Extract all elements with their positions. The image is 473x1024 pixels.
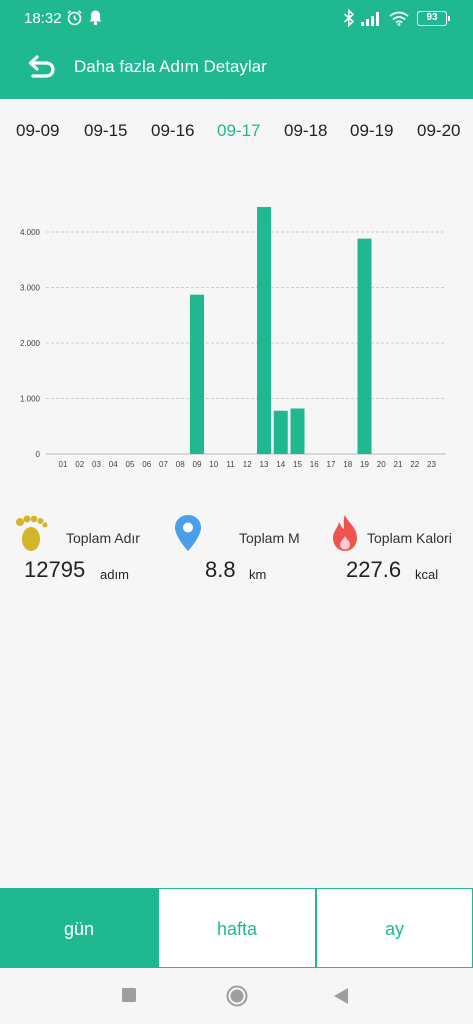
signal-icon (361, 12, 379, 26)
y-tick-label: 1.000 (20, 395, 41, 404)
x-tick-label: 15 (293, 460, 302, 469)
steps-bar-chart: 0 1.000 2.000 3.000 4.000 01 02 03 04 05 06 07 08 09 1… (20, 207, 446, 469)
date-tab[interactable]: 09-18 (284, 121, 327, 141)
notification-bell-icon (89, 10, 102, 26)
total-calories-label: Toplam Kalori (367, 530, 452, 546)
back-arrow-icon[interactable] (22, 50, 58, 86)
wifi-icon (389, 11, 409, 26)
x-tick-label: 09 (193, 460, 202, 469)
date-tab[interactable]: 09-15 (84, 121, 127, 141)
x-tick-label: 12 (243, 460, 252, 469)
battery-icon: 93 (417, 11, 450, 26)
x-tick-label: 05 (126, 460, 135, 469)
tab-week[interactable]: hafta (158, 888, 316, 968)
total-steps-unit: adım (100, 567, 129, 582)
x-tick-label: 14 (276, 460, 285, 469)
y-tick-label: 2.000 (20, 339, 41, 348)
y-tick-label: 3.000 (20, 284, 41, 293)
page-title: Daha fazla Adım Detaylar (74, 57, 267, 76)
status-bar: 18:32 93 (0, 0, 473, 36)
x-tick-label: 18 (343, 460, 352, 469)
chart-bar (257, 207, 271, 454)
x-tick-label: 04 (109, 460, 118, 469)
x-tick-label: 17 (327, 460, 336, 469)
chart-bar (273, 410, 288, 454)
x-tick-label: 21 (394, 460, 403, 469)
x-tick-label: 16 (310, 460, 319, 469)
x-tick-label: 19 (360, 460, 369, 469)
period-tabs: gün hafta ay (0, 888, 473, 968)
total-calories-value: 227.6 (346, 557, 402, 582)
x-tick-label: 07 (159, 460, 168, 469)
date-tab[interactable]: 09-09 (16, 121, 59, 141)
total-distance-label: Toplam Mesafe (239, 530, 300, 546)
date-selector: 09-09 09-15 09-16 09-17 09-18 09-19 09-2… (0, 99, 473, 165)
x-tick-label: 06 (142, 460, 151, 469)
date-tab[interactable]: 09-16 (151, 121, 194, 141)
footprint-icon (16, 515, 48, 551)
x-tick-label: 11 (226, 460, 235, 469)
date-tab[interactable]: 09-20 (417, 121, 460, 141)
status-time: 18:32 (24, 10, 62, 27)
total-calories-unit: kcal (415, 567, 439, 582)
date-tab[interactable]: 09-19 (350, 121, 393, 141)
x-tick-label: 03 (92, 460, 101, 469)
app-bar: Daha fazla Adım Detaylar (0, 36, 473, 99)
x-tick-label: 10 (209, 460, 218, 469)
x-tick-label: 13 (260, 460, 269, 469)
x-tick-label: 08 (176, 460, 185, 469)
total-distance-value: 8.8 (205, 557, 236, 582)
date-tab-selected[interactable]: 09-17 (217, 121, 260, 141)
x-tick-label: 02 (75, 460, 84, 469)
stats-summary: Toplam Adım 12795 adım Toplam Mesafe 8.8… (0, 505, 473, 605)
system-nav-bar (0, 968, 473, 1024)
tab-day[interactable]: gün (0, 888, 158, 968)
total-steps-label: Toplam Adım (66, 530, 140, 546)
tab-month[interactable]: ay (316, 888, 473, 968)
back-icon[interactable] (333, 987, 349, 1005)
chart-bar (357, 238, 372, 454)
fire-icon (333, 515, 357, 551)
home-icon[interactable] (225, 984, 249, 1008)
x-tick-label: 01 (59, 460, 68, 469)
y-tick-label: 0 (36, 450, 41, 459)
total-steps-value: 12795 (24, 557, 86, 582)
battery-level: 93 (426, 12, 438, 23)
x-tick-label: 20 (377, 460, 386, 469)
location-pin-icon (175, 515, 201, 551)
alarm-icon (67, 10, 82, 26)
bluetooth-icon (343, 9, 355, 27)
chart-bar (190, 294, 204, 454)
total-distance-unit: km (249, 567, 267, 582)
x-tick-label: 22 (410, 460, 419, 469)
y-tick-label: 4.000 (20, 228, 41, 237)
chart-bar (290, 408, 305, 454)
recent-apps-icon[interactable] (121, 987, 137, 1003)
x-tick-label: 23 (427, 460, 436, 469)
